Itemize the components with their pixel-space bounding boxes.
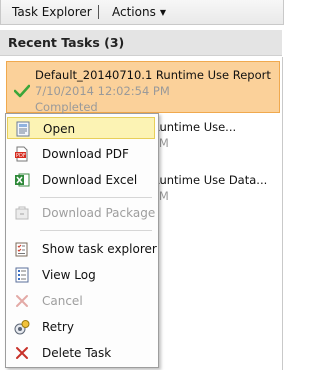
menu-item-download-pdf[interactable]: PDF Download PDF — [7, 143, 155, 165]
svg-text:PDF: PDF — [16, 153, 26, 159]
task-title: Runtime Use... — [152, 120, 237, 134]
toolbar: Task Explorer Actions ▼ — [0, 0, 284, 25]
menu-separator — [40, 230, 152, 231]
menu-item-open[interactable]: Open — [7, 117, 155, 139]
menu-item-label: Cancel — [42, 294, 83, 308]
menu-item-download-package[interactable]: Download Package — [7, 202, 155, 224]
actions-menu-button[interactable]: Actions ▼ — [112, 5, 166, 19]
caret-down-icon: ▼ — [159, 8, 166, 17]
menu-item-label: Download Excel — [42, 173, 138, 187]
menu-item-view-log[interactable]: View Log — [7, 264, 155, 286]
menu-item-label: Open — [43, 122, 76, 136]
cancel-icon — [16, 295, 28, 307]
task-context-menu: Open PDF Download PDF Download Excel Dow… — [5, 113, 159, 368]
task-status: Completed — [35, 100, 98, 114]
menu-item-download-excel[interactable]: Download Excel — [7, 169, 155, 191]
open-document-icon — [16, 121, 30, 137]
delete-icon — [16, 347, 28, 359]
task-title: Default_20140710.1 Runtime Use Report — [35, 68, 271, 82]
package-icon — [15, 206, 29, 220]
menu-item-label: Download Package — [42, 206, 156, 220]
menu-item-label: Delete Task — [42, 346, 112, 360]
menu-item-show-task-explorer[interactable]: Show task explorer — [7, 238, 157, 260]
task-explorer-button[interactable]: Task Explorer — [12, 5, 92, 19]
retry-icon — [14, 320, 30, 335]
menu-item-label: Retry — [42, 320, 74, 334]
task-date: 7/10/2014 12:02:54 PM — [35, 84, 170, 98]
task-title: Runtime Use Data... — [152, 173, 268, 187]
actions-label: Actions — [112, 5, 156, 19]
log-icon — [15, 267, 29, 283]
menu-item-label: Download PDF — [42, 147, 129, 161]
excel-icon — [15, 173, 30, 187]
pdf-icon: PDF — [15, 146, 28, 162]
checkmark-icon — [14, 84, 30, 98]
menu-item-label: Show task explorer — [42, 242, 157, 256]
menu-separator — [40, 197, 152, 198]
recent-tasks-header: Recent Tasks (3) — [0, 30, 282, 56]
menu-item-retry[interactable]: Retry — [7, 316, 155, 338]
toolbar-separator — [98, 5, 99, 19]
menu-item-cancel[interactable]: Cancel — [7, 290, 155, 312]
menu-item-label: View Log — [42, 268, 96, 282]
menu-item-delete-task[interactable]: Delete Task — [7, 342, 155, 364]
task-item-selected[interactable]: Default_20140710.1 Runtime Use Report 7/… — [6, 61, 280, 114]
task-explorer-icon — [15, 242, 28, 257]
